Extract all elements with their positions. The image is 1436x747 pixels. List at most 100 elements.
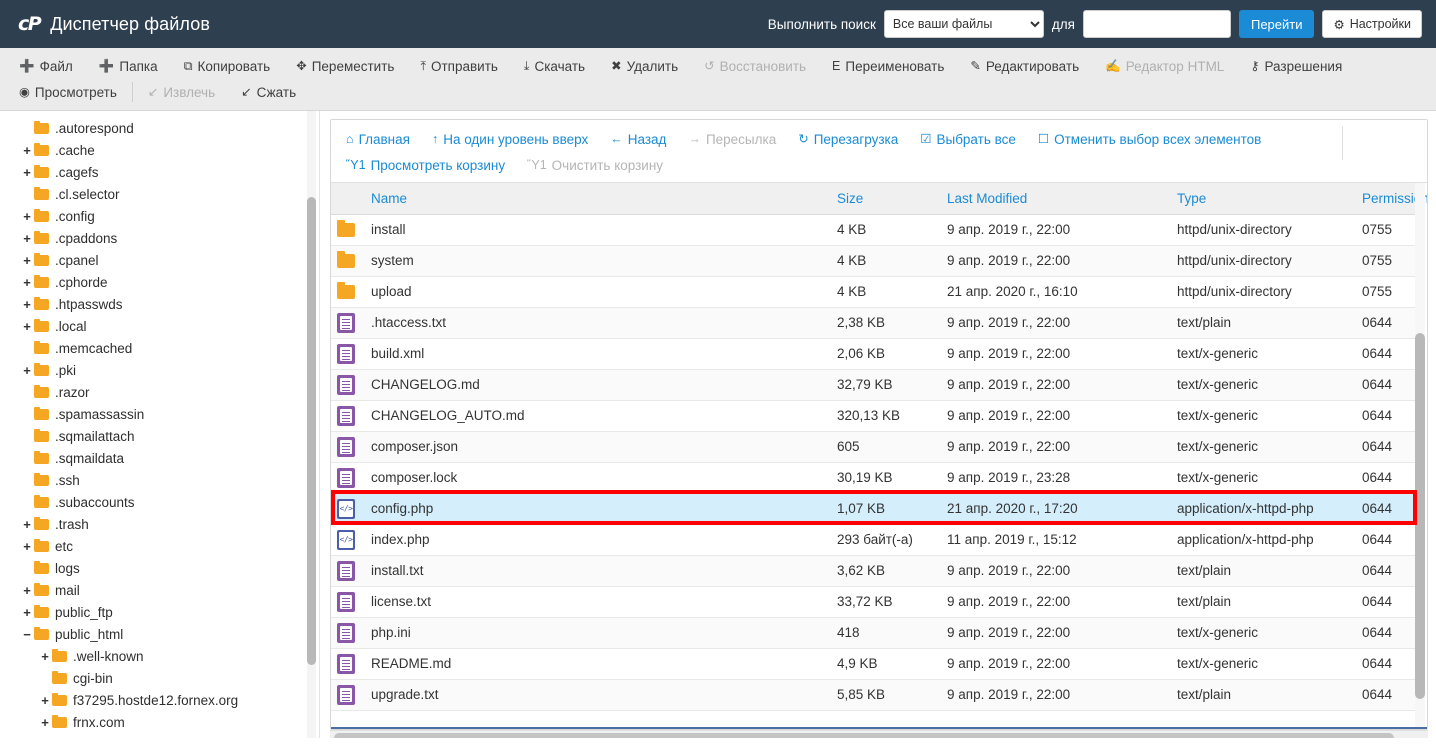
tree-item-logs[interactable]: logs <box>0 557 319 579</box>
table-row[interactable]: CHANGELOG_AUTO.md 320,13 KB 9 апр. 2019 г.… <box>331 400 1416 431</box>
search-scope-select[interactable]: Все ваши файлы <box>884 10 1044 38</box>
table-row[interactable]: license.txt 33,72 KB 9 апр. 2019 г., 22:00… <box>331 586 1416 617</box>
expand-icon[interactable]: + <box>20 518 34 531</box>
go-button[interactable]: Перейти <box>1239 10 1315 38</box>
column-header-permissions[interactable]: Permissions <box>1356 183 1416 214</box>
sidebar-scrollbar-thumb[interactable] <box>307 197 316 665</box>
expand-icon[interactable]: + <box>20 584 34 597</box>
text-file-icon <box>337 685 355 705</box>
table-row[interactable]: composer.lock 30,19 KB 9 апр. 2019 г., 23:… <box>331 462 1416 493</box>
expand-icon[interactable]: + <box>20 166 34 179</box>
expand-icon[interactable]: + <box>20 254 34 267</box>
tree-item-sqmailattach[interactable]: .sqmailattach <box>0 425 319 447</box>
column-header-size[interactable]: Size <box>831 183 941 214</box>
expand-icon[interactable]: + <box>20 320 34 333</box>
column-header-type[interactable]: Type <box>1171 183 1356 214</box>
nav-button-на-один-уровень-вверх[interactable]: ↑ На один уровень вверх <box>421 128 599 150</box>
tree-item-frnx-com[interactable]: + frnx.com <box>0 711 319 733</box>
tree-item-f37295-hostde12-fornex-org[interactable]: + f37295.hostde12.fornex.org <box>0 689 319 711</box>
tree-item-cpanel[interactable]: + .cpanel <box>0 249 319 271</box>
search-label: Выполнить поиск <box>768 17 876 32</box>
column-header-name[interactable]: Name <box>331 183 831 214</box>
cell-type: text/x-generic <box>1171 648 1356 679</box>
expand-icon[interactable]: + <box>20 298 34 311</box>
toolbar-button-редактировать[interactable]: ✎ Редактировать <box>957 55 1092 77</box>
table-row[interactable]: </> index.php 293 байт(-а) 11 апр. 2019 г.,… <box>331 524 1416 555</box>
expand-icon[interactable]: + <box>20 232 34 245</box>
toolbar-button-файл[interactable]: ➕ Файл <box>6 55 86 77</box>
nav-button-главная[interactable]: ⌂ Главная <box>335 128 421 150</box>
column-header-modified[interactable]: Last Modified <box>941 183 1171 214</box>
collapse-icon[interactable]: − <box>20 628 34 641</box>
nav-button-просмотреть-корзину[interactable]: Ὕ1 Просмотреть корзину <box>335 154 516 176</box>
table-row[interactable]: upgrade.txt 5,85 KB 9 апр. 2019 г., 22:00 t… <box>331 679 1416 710</box>
tree-item-cpaddons[interactable]: + .cpaddons <box>0 227 319 249</box>
tree-item-trash[interactable]: + .trash <box>0 513 319 535</box>
toolbar-button-копировать[interactable]: ⧉ Копировать <box>171 55 284 77</box>
table-row[interactable]: php.ini 418 9 апр. 2019 г., 22:00 text/x-ge… <box>331 617 1416 648</box>
tree-item-etc[interactable]: + etc <box>0 535 319 557</box>
tree-item-config[interactable]: + .config <box>0 205 319 227</box>
table-row[interactable]: upload 4 KB 21 апр. 2020 г., 16:10 httpd/un… <box>331 276 1416 307</box>
tree-item-ssh[interactable]: .ssh <box>0 469 319 491</box>
tree-item-well-known[interactable]: + .well-known <box>0 645 319 667</box>
tree-item-cgi-bin[interactable]: cgi-bin <box>0 667 319 689</box>
expand-icon[interactable]: + <box>38 650 52 663</box>
search-input[interactable] <box>1083 10 1231 38</box>
expand-icon[interactable]: + <box>20 540 34 553</box>
toolbar-button-папка[interactable]: ➕ Папка <box>86 55 171 77</box>
toolbar-button-отправить[interactable]: ⤒ Отправить <box>407 55 510 77</box>
table-row[interactable]: system 4 KB 9 апр. 2019 г., 22:00 httpd/uni… <box>331 245 1416 276</box>
toolbar-button-переместить[interactable]: ✥ Переместить <box>283 55 407 77</box>
tree-item-cphorde[interactable]: + .cphorde <box>0 271 319 293</box>
tree-item-public-html[interactable]: − public_html <box>0 623 319 645</box>
tree-item-subaccounts[interactable]: .subaccounts <box>0 491 319 513</box>
toolbar-button-сжать[interactable]: ↙ Сжать <box>228 81 309 103</box>
horizontal-scrollbar-track[interactable] <box>330 730 1428 738</box>
expand-icon[interactable]: + <box>20 210 34 223</box>
expand-icon[interactable]: + <box>20 144 34 157</box>
expand-icon[interactable]: + <box>38 694 52 707</box>
tree-item-cagefs[interactable]: + .cagefs <box>0 161 319 183</box>
file-name-label: CHANGELOG.md <box>371 377 480 392</box>
toolbar-button-просмотреть[interactable]: ◉ Просмотреть <box>6 81 130 103</box>
expand-icon[interactable]: + <box>20 606 34 619</box>
tree-item-pki[interactable]: + .pki <box>0 359 319 381</box>
nav-button-перезагрузка[interactable]: ↻ Перезагрузка <box>787 128 909 150</box>
table-row[interactable]: composer.json 605 9 апр. 2019 г., 22:00 tex… <box>331 431 1416 462</box>
tree-item-label: .memcached <box>55 341 132 356</box>
table-row[interactable]: install 4 KB 9 апр. 2019 г., 22:00 httpd/un… <box>331 214 1416 245</box>
tree-item-local[interactable]: + .local <box>0 315 319 337</box>
tree-item-htpasswds[interactable]: + .htpasswds <box>0 293 319 315</box>
table-row[interactable]: build.xml 2,06 KB 9 апр. 2019 г., 22:00 tex… <box>331 338 1416 369</box>
toolbar-button-переименовать[interactable]: ὜E Переименовать <box>819 55 957 77</box>
expand-icon[interactable]: + <box>20 364 34 377</box>
text-file-icon <box>337 561 355 581</box>
toolbar-button-удалить[interactable]: ✖ Удалить <box>598 55 691 77</box>
label: Отменить выбор всех элементов <box>1054 132 1261 147</box>
tree-item-mail[interactable]: + mail <box>0 579 319 601</box>
file-list-scrollbar-thumb[interactable] <box>1415 333 1425 699</box>
expand-icon[interactable]: + <box>38 716 52 729</box>
tree-item-memcached[interactable]: .memcached <box>0 337 319 359</box>
toolbar-button-разрешения[interactable]: ⚷ Разрешения <box>1237 55 1355 77</box>
tree-item-cache[interactable]: + .cache <box>0 139 319 161</box>
table-row[interactable]: .htaccess.txt 2,38 KB 9 апр. 2019 г., 22:0… <box>331 307 1416 338</box>
tree-item-autorespond[interactable]: .autorespond <box>0 117 319 139</box>
settings-button[interactable]: ⚙ Настройки <box>1322 10 1422 38</box>
horizontal-scrollbar-thumb[interactable] <box>334 733 1394 738</box>
table-row[interactable]: </> config.php 1,07 KB 21 апр. 2020 г., 17:… <box>331 493 1416 524</box>
nav-button-назад[interactable]: ← Назад <box>599 128 677 150</box>
table-row[interactable]: CHANGELOG.md 32,79 KB 9 апр. 2019 г., 22:0… <box>331 369 1416 400</box>
tree-item-spamassassin[interactable]: .spamassassin <box>0 403 319 425</box>
tree-item-cl-selector[interactable]: .cl.selector <box>0 183 319 205</box>
tree-item-sqmaildata[interactable]: .sqmaildata <box>0 447 319 469</box>
nav-button-выбрать-все[interactable]: ☑ Выбрать все <box>909 128 1027 150</box>
tree-item-razor[interactable]: .razor <box>0 381 319 403</box>
tree-item-public-ftp[interactable]: + public_ftp <box>0 601 319 623</box>
table-row[interactable]: install.txt 3,62 KB 9 апр. 2019 г., 22:00 t… <box>331 555 1416 586</box>
toolbar-button-скачать[interactable]: ⤓ Скачать <box>511 55 598 77</box>
table-row[interactable]: README.md 4,9 KB 9 апр. 2019 г., 22:00 text… <box>331 648 1416 679</box>
nav-button-отменить-выбор-всех-элементов[interactable]: ☐ Отменить выбор всех элементов <box>1027 128 1272 150</box>
expand-icon[interactable]: + <box>20 276 34 289</box>
